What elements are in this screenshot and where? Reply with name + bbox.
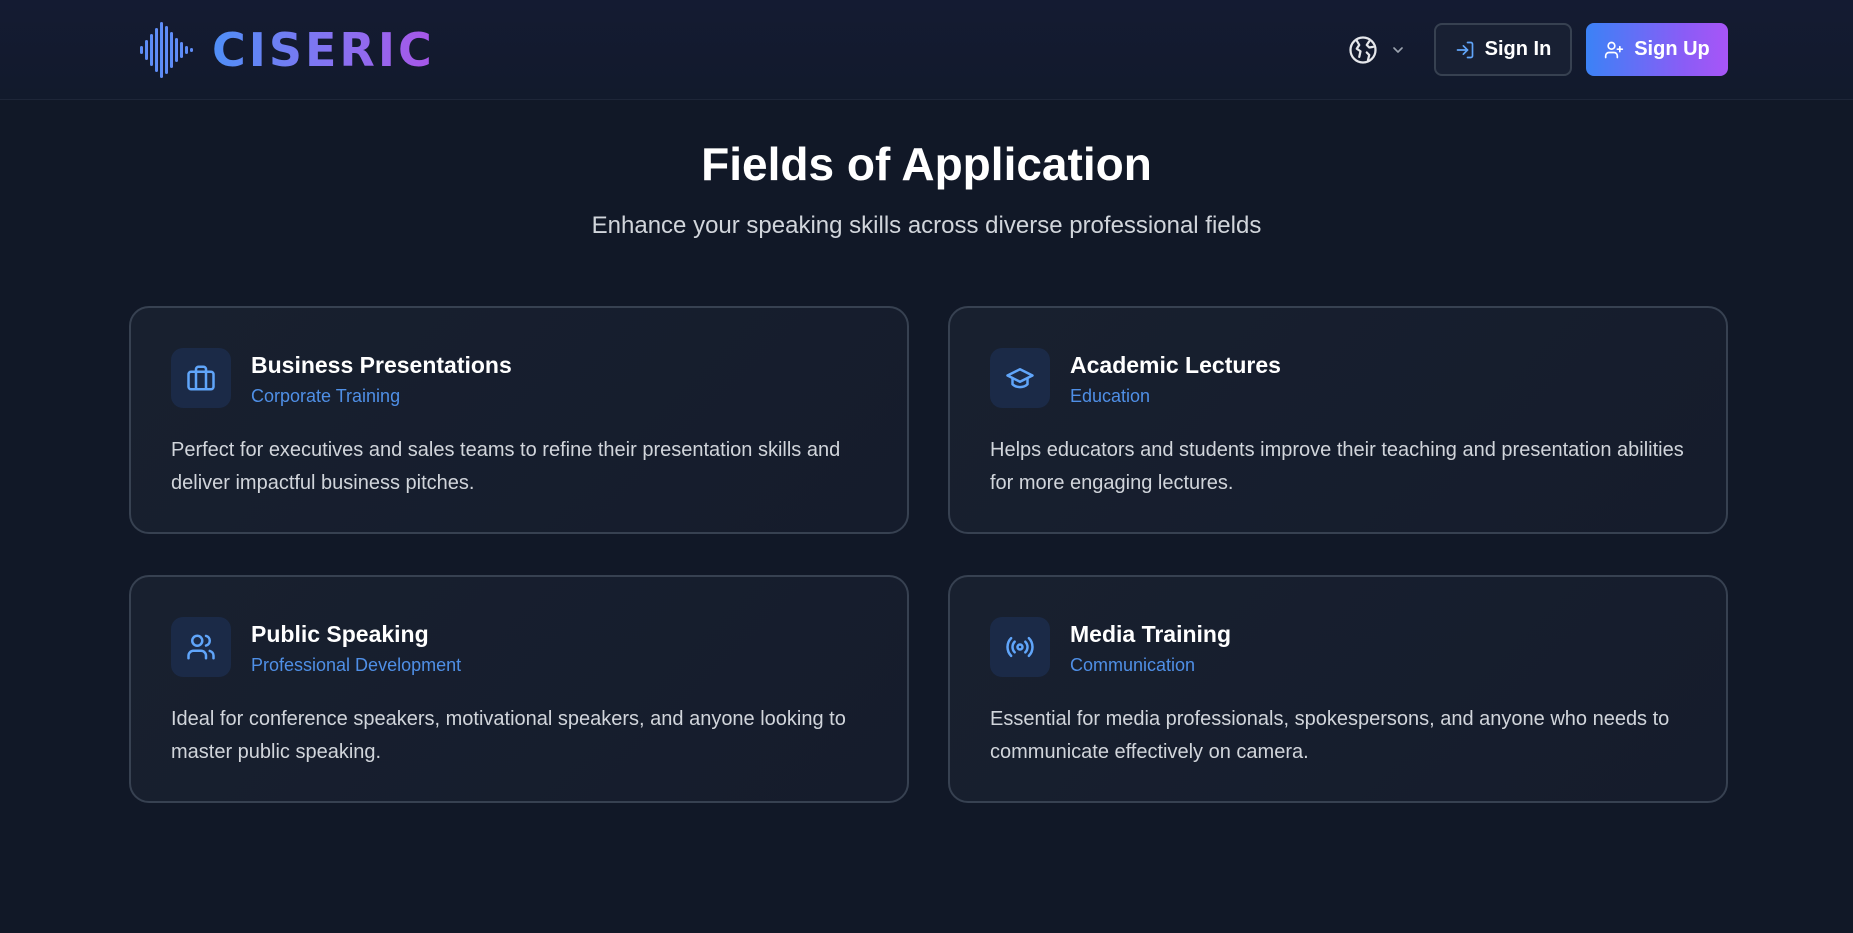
- sign-in-button[interactable]: Sign In: [1434, 23, 1572, 76]
- card-icon-box: [990, 617, 1050, 677]
- graduation-cap-icon: [1006, 368, 1034, 389]
- card-icon-box: [171, 348, 231, 408]
- brand-logo[interactable]: CISERIC: [138, 22, 435, 78]
- card-category: Professional Development: [251, 655, 462, 675]
- brand-name: CISERIC: [212, 23, 435, 77]
- soundwave-logo-icon: [140, 22, 193, 78]
- field-card-business: Business Presentations Corporate Trainin…: [129, 306, 909, 534]
- users-icon: [187, 634, 215, 660]
- chevron-down-icon: [1393, 47, 1403, 53]
- card-title: Media Training: [1070, 621, 1232, 647]
- card-title: Business Presentations: [251, 352, 512, 378]
- field-card-public-speaking: Public Speaking Professional Development…: [129, 575, 909, 803]
- card-category: Corporate Training: [251, 386, 401, 406]
- globe-icon: [1349, 36, 1377, 64]
- briefcase-icon: [187, 365, 215, 391]
- card-category: Education: [1070, 386, 1151, 406]
- card-icon-box: [171, 617, 231, 677]
- card-description: Perfect for executives and sales teams t…: [171, 439, 841, 494]
- field-card-academic: Academic Lectures Education Helps educat…: [948, 306, 1728, 534]
- section-subtitle: Enhance your speaking skills across dive…: [591, 212, 1262, 239]
- card-icon-box: [990, 348, 1050, 408]
- section-title: Fields of Application: [701, 138, 1152, 190]
- top-nav-bar: CISERIC Sign In Sign Up: [0, 0, 1853, 100]
- login-icon: [1456, 41, 1473, 58]
- card-category: Communication: [1070, 655, 1196, 675]
- sign-in-label: Sign In: [1484, 38, 1552, 60]
- user-plus-icon: [1605, 41, 1624, 58]
- card-title: Academic Lectures: [1070, 352, 1281, 378]
- card-description: Helps educators and students improve the…: [990, 439, 1684, 494]
- sign-up-label: Sign Up: [1634, 38, 1710, 60]
- card-title: Public Speaking: [251, 621, 429, 647]
- sign-up-button[interactable]: Sign Up: [1586, 23, 1728, 76]
- language-selector[interactable]: [1348, 32, 1406, 68]
- card-description: Essential for media professionals, spoke…: [990, 708, 1670, 763]
- broadcast-icon: [1006, 636, 1034, 658]
- card-description: Ideal for conference speakers, motivatio…: [171, 708, 846, 763]
- field-card-media-training: Media Training Communication Essential f…: [948, 575, 1728, 803]
